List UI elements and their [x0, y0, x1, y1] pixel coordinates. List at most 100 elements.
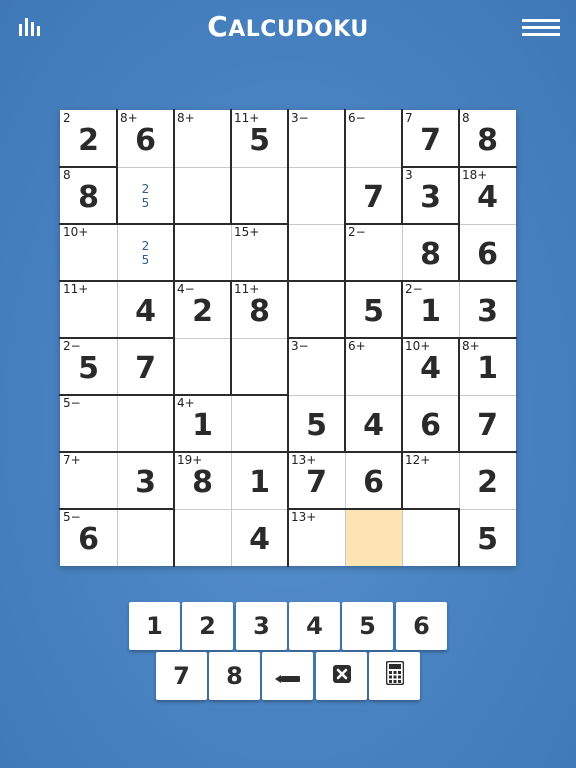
grid-cell[interactable]: 7	[459, 395, 516, 452]
grid-cell[interactable]	[402, 509, 459, 566]
grid-cell[interactable]: 7	[345, 167, 402, 224]
digit-key-6[interactable]: 6	[396, 602, 447, 650]
grid-cell[interactable]: 11+	[60, 281, 117, 338]
grid-cell[interactable]: 5	[288, 395, 345, 452]
grid-cell[interactable]: 2−	[345, 224, 402, 281]
cage-border	[401, 166, 460, 168]
cell-value: 2	[192, 294, 213, 329]
grid-cell[interactable]: 6−	[345, 110, 402, 167]
calculator-button[interactable]	[369, 652, 420, 700]
grid-cell[interactable]: 77	[402, 110, 459, 167]
cage-border	[344, 280, 346, 339]
cage-border	[173, 109, 175, 168]
digit-key-2[interactable]: 2	[182, 602, 233, 650]
grid-cell[interactable]	[174, 509, 231, 566]
cell-value: 6	[363, 465, 384, 500]
grid-cell[interactable]: 10+ 4	[402, 338, 459, 395]
cage-clue: 6−	[348, 111, 366, 125]
grid-cell[interactable]	[117, 395, 174, 452]
grid-cell[interactable]	[288, 167, 345, 224]
grid-cell[interactable]: 5− 6	[60, 509, 117, 566]
grid-cell[interactable]	[231, 395, 288, 452]
grid-cell[interactable]: 8+	[174, 110, 231, 167]
grid-cell[interactable]: 22	[60, 110, 117, 167]
grid-cell[interactable]: 4	[117, 281, 174, 338]
grid-cell[interactable]: 8+ 1	[459, 338, 516, 395]
grid-cell[interactable]: 12+	[402, 452, 459, 509]
grid-cell[interactable]	[174, 224, 231, 281]
grid-cell[interactable]: 88	[60, 167, 117, 224]
grid-cell[interactable]: 5−	[60, 395, 117, 452]
grid-cell[interactable]: 2− 5	[60, 338, 117, 395]
grid-cell[interactable]: 6	[402, 395, 459, 452]
grid-cell[interactable]: 10+	[60, 224, 117, 281]
grid-cell[interactable]: 7+	[60, 452, 117, 509]
digit-key-3[interactable]: 3	[236, 602, 287, 650]
cage-border	[287, 451, 289, 510]
grid-cell[interactable]: 7	[117, 338, 174, 395]
grid-cell[interactable]: 3−	[288, 110, 345, 167]
grid-cell[interactable]: 11+ 5	[231, 110, 288, 167]
cage-border	[173, 337, 175, 396]
cage-border	[401, 451, 403, 510]
cell-value: 6	[78, 522, 99, 557]
digit-key-7[interactable]: 7	[156, 652, 207, 700]
grid-cell[interactable]: 5	[345, 281, 402, 338]
cage-border	[230, 166, 232, 225]
hamburger-menu-icon[interactable]	[522, 17, 560, 37]
grid-cell[interactable]: 11+ 8	[231, 281, 288, 338]
grid-cell[interactable]: 2− 1	[402, 281, 459, 338]
cage-border	[344, 337, 346, 396]
cell-value: 7	[477, 408, 498, 443]
digit-key-1[interactable]: 1	[129, 602, 180, 650]
grid-cell[interactable]: 4− 2	[174, 281, 231, 338]
grid-cell[interactable]: 3	[117, 452, 174, 509]
grid-cell[interactable]: 25	[117, 167, 174, 224]
digit-key-4[interactable]: 4	[289, 602, 340, 650]
cell-value: 1	[477, 351, 498, 386]
grid-cell-selected[interactable]	[345, 509, 402, 566]
grid-cell[interactable]: 6	[459, 224, 516, 281]
grid-cell[interactable]: 13+ 7	[288, 452, 345, 509]
grid-cell[interactable]: 6	[345, 452, 402, 509]
cage-border	[287, 451, 346, 453]
grid-cell[interactable]	[288, 281, 345, 338]
grid-cell[interactable]: 4	[231, 509, 288, 566]
grid-cell[interactable]: 33	[402, 167, 459, 224]
grid-cell[interactable]: 8	[402, 224, 459, 281]
digit-key-5[interactable]: 5	[342, 602, 393, 650]
cage-border	[116, 451, 175, 453]
grid-cell[interactable]	[174, 338, 231, 395]
digit-key-8[interactable]: 8	[209, 652, 260, 700]
cage-border	[287, 508, 289, 567]
cage-border	[116, 166, 118, 225]
cage-border	[287, 337, 346, 339]
grid-cell[interactable]	[174, 167, 231, 224]
grid-cell[interactable]: 3−	[288, 338, 345, 395]
cell-notes: 25	[117, 182, 174, 210]
grid-cell[interactable]: 13+	[288, 509, 345, 566]
grid-cell[interactable]	[231, 167, 288, 224]
grid-cell[interactable]	[117, 509, 174, 566]
grid-cell[interactable]: 1	[231, 452, 288, 509]
grid-cell[interactable]	[288, 224, 345, 281]
cell-value: 8	[420, 237, 441, 272]
grid-cell[interactable]	[231, 338, 288, 395]
grid-cell[interactable]: 18+ 4	[459, 167, 516, 224]
grid-cell[interactable]: 15+	[231, 224, 288, 281]
grid-cell[interactable]: 3	[459, 281, 516, 338]
grid-cell[interactable]: 88	[459, 110, 516, 167]
grid-cell[interactable]: 25	[117, 224, 174, 281]
cage-border	[401, 394, 403, 453]
cage-border	[116, 109, 118, 168]
cage-clue: 5−	[63, 396, 81, 410]
grid-cell[interactable]: 4+ 1	[174, 395, 231, 452]
clear-button[interactable]	[316, 652, 367, 700]
grid-cell[interactable]: 5	[459, 509, 516, 566]
grid-cell[interactable]: 8+ 6	[117, 110, 174, 167]
grid-cell[interactable]: 2	[459, 452, 516, 509]
erase-button[interactable]	[262, 652, 313, 700]
grid-cell[interactable]: 4	[345, 395, 402, 452]
grid-cell[interactable]: 19+ 8	[174, 452, 231, 509]
grid-cell[interactable]: 6+	[345, 338, 402, 395]
